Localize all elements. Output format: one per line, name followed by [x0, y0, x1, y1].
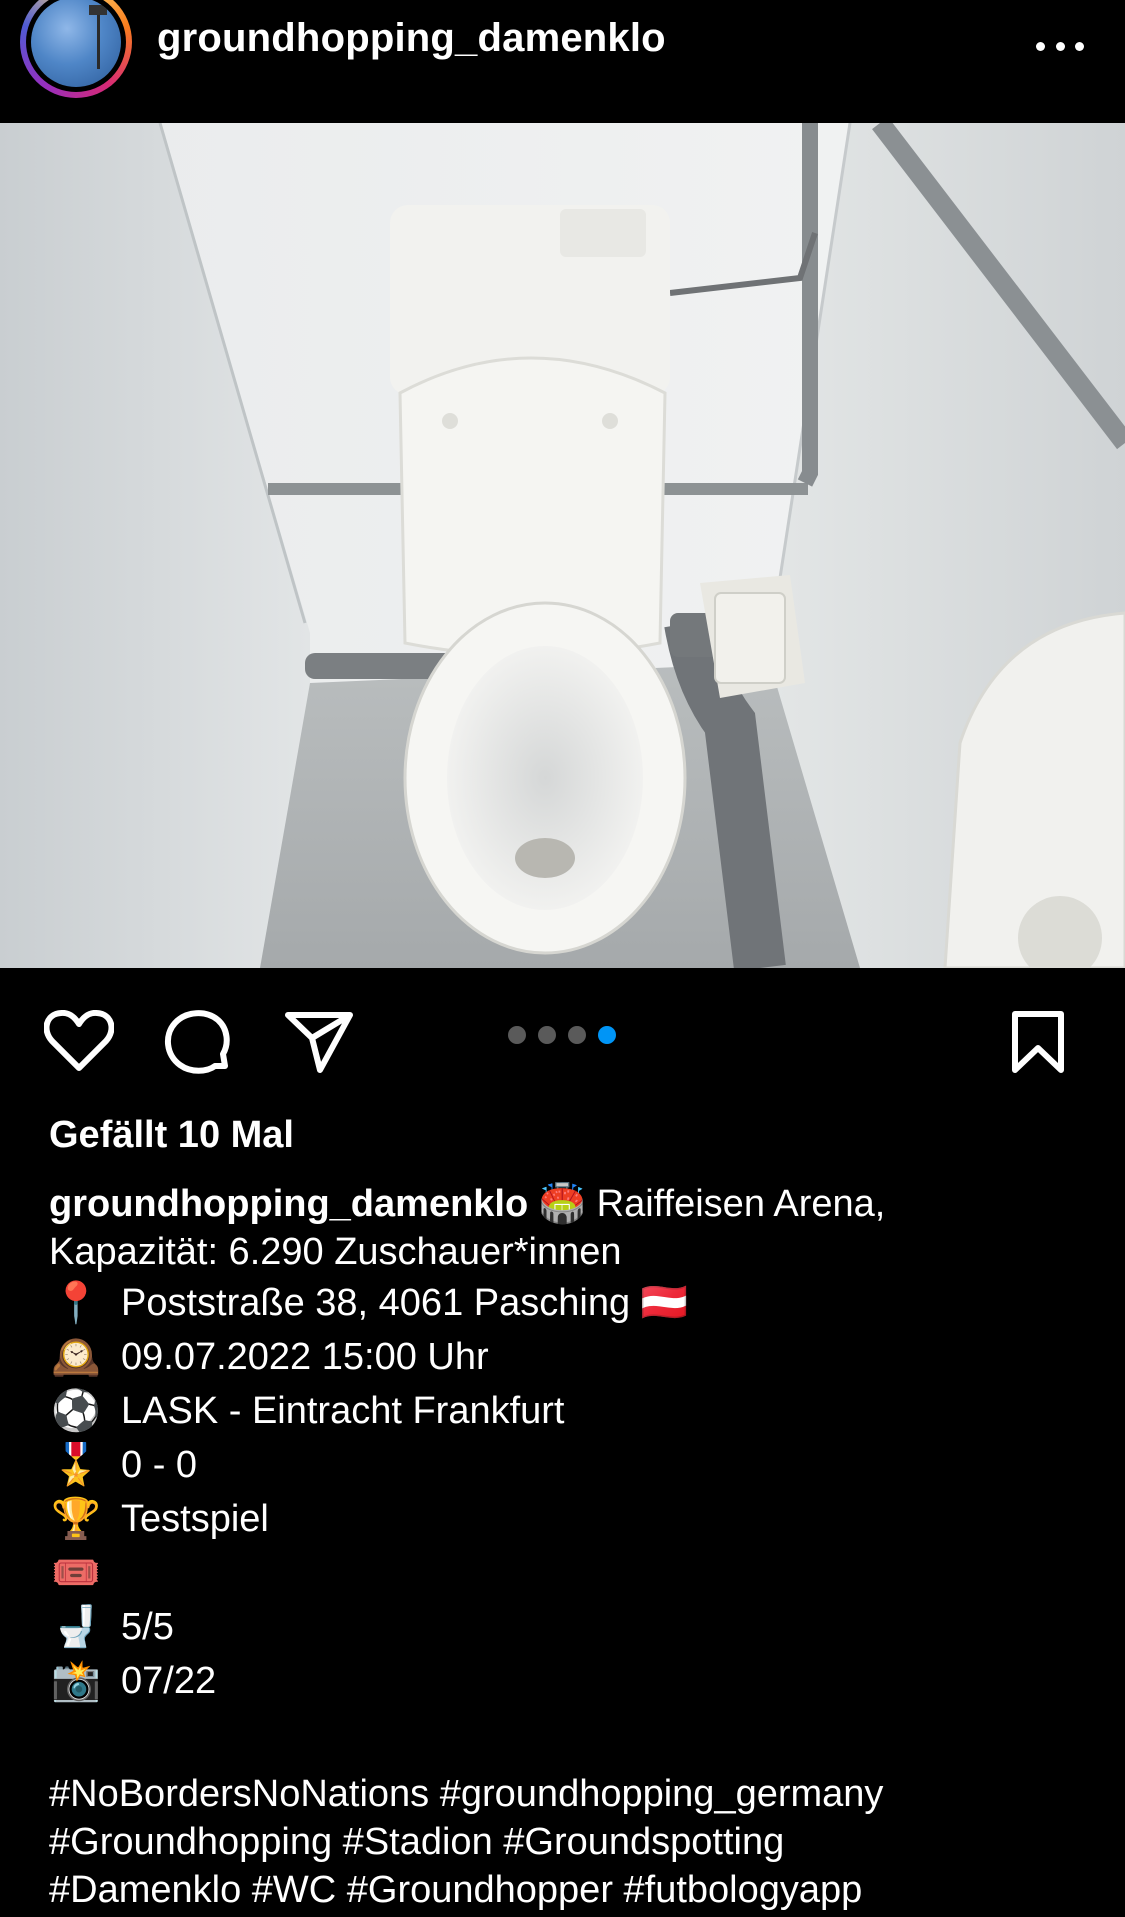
bookmark-icon[interactable]: [1010, 1010, 1066, 1079]
header-username[interactable]: groundhopping_damenklo: [157, 16, 666, 61]
hashtag-line[interactable]: #Damenklo #WC #Groundhopper #futbologyap…: [49, 1866, 1109, 1914]
carousel-dot-active[interactable]: [598, 1026, 616, 1044]
caption-emoji: ⚽: [51, 1388, 101, 1434]
caption-line-text: Testspiel: [121, 1498, 269, 1540]
comment-icon[interactable]: [163, 1010, 231, 1081]
caption-line: 🚽 5/5: [49, 1600, 1089, 1654]
caption-emoji: 🏆: [51, 1496, 101, 1542]
caption-line-text: 07/22: [121, 1660, 217, 1702]
caption-line-text: Poststraße 38, 4061 Pasching 🇦🇹: [121, 1282, 688, 1324]
caption-emoji: 🕰️: [51, 1334, 101, 1380]
caption-emoji: 📍: [51, 1280, 101, 1326]
caption-line-text: 0 - 0: [121, 1444, 198, 1486]
caption-emoji: 🎖️: [51, 1442, 101, 1488]
caption-stadium: Raiffeisen Arena,: [596, 1183, 886, 1225]
hashtag-line[interactable]: #Groundhopping #Stadion #Groundspotting: [49, 1818, 1109, 1866]
more-horizontal-icon[interactable]: [1036, 40, 1084, 52]
story-ring[interactable]: [20, 0, 132, 98]
caption-capacity: Kapazität: 6.290 Zuschauer*innen: [49, 1231, 622, 1273]
caption-emoji: 🎟️: [51, 1550, 101, 1596]
caption-line: 📸 07/22: [49, 1654, 1089, 1708]
caption-line: 🎟️: [49, 1546, 1089, 1600]
caption-lines: 📍 Poststraße 38, 4061 Pasching 🇦🇹 🕰️ 09.07.…: [49, 1276, 1089, 1708]
caption-username[interactable]: groundhopping_damenklo: [49, 1183, 528, 1225]
hashtag-line[interactable]: #NoBordersNoNations #groundhopping_germa…: [49, 1770, 1109, 1818]
caption-emoji: 📸: [51, 1658, 101, 1704]
caption-emoji: 🚽: [51, 1604, 101, 1650]
carousel-dot[interactable]: [538, 1026, 556, 1044]
avatar-image: [31, 0, 121, 87]
carousel-dot[interactable]: [568, 1026, 586, 1044]
post-caption: groundhopping_damenklo 🏟️ Raiffeisen Are…: [49, 1180, 1089, 1708]
caption-line-text: 09.07.2022 15:00 Uhr: [121, 1336, 489, 1378]
caption-line: 📍 Poststraße 38, 4061 Pasching 🇦🇹: [49, 1276, 1089, 1330]
action-bar: [0, 968, 1125, 1078]
carousel-indicator: [508, 1026, 616, 1044]
avatar: [26, 0, 126, 92]
hashtags: #NoBordersNoNations #groundhopping_germa…: [49, 1770, 1109, 1914]
stadium-emoji: 🏟️: [538, 1183, 587, 1225]
carousel-dot[interactable]: [508, 1026, 526, 1044]
send-icon[interactable]: [284, 1010, 354, 1079]
likes-count[interactable]: Gefällt 10 Mal: [49, 1114, 294, 1157]
caption-line-text: 5/5: [121, 1606, 174, 1648]
post-photo[interactable]: [0, 123, 1125, 968]
post-header: groundhopping_damenklo: [0, 0, 1125, 123]
heart-icon[interactable]: [43, 1009, 115, 1077]
caption-line: 🎖️ 0 - 0: [49, 1438, 1089, 1492]
caption-line: 🕰️ 09.07.2022 15:00 Uhr: [49, 1330, 1089, 1384]
caption-line: 🏆 Testspiel: [49, 1492, 1089, 1546]
caption-line-text: LASK - Eintracht Frankfurt: [121, 1390, 565, 1432]
caption-first-line: groundhopping_damenklo 🏟️ Raiffeisen Are…: [49, 1180, 1089, 1228]
caption-line: ⚽ LASK - Eintracht Frankfurt: [49, 1384, 1089, 1438]
